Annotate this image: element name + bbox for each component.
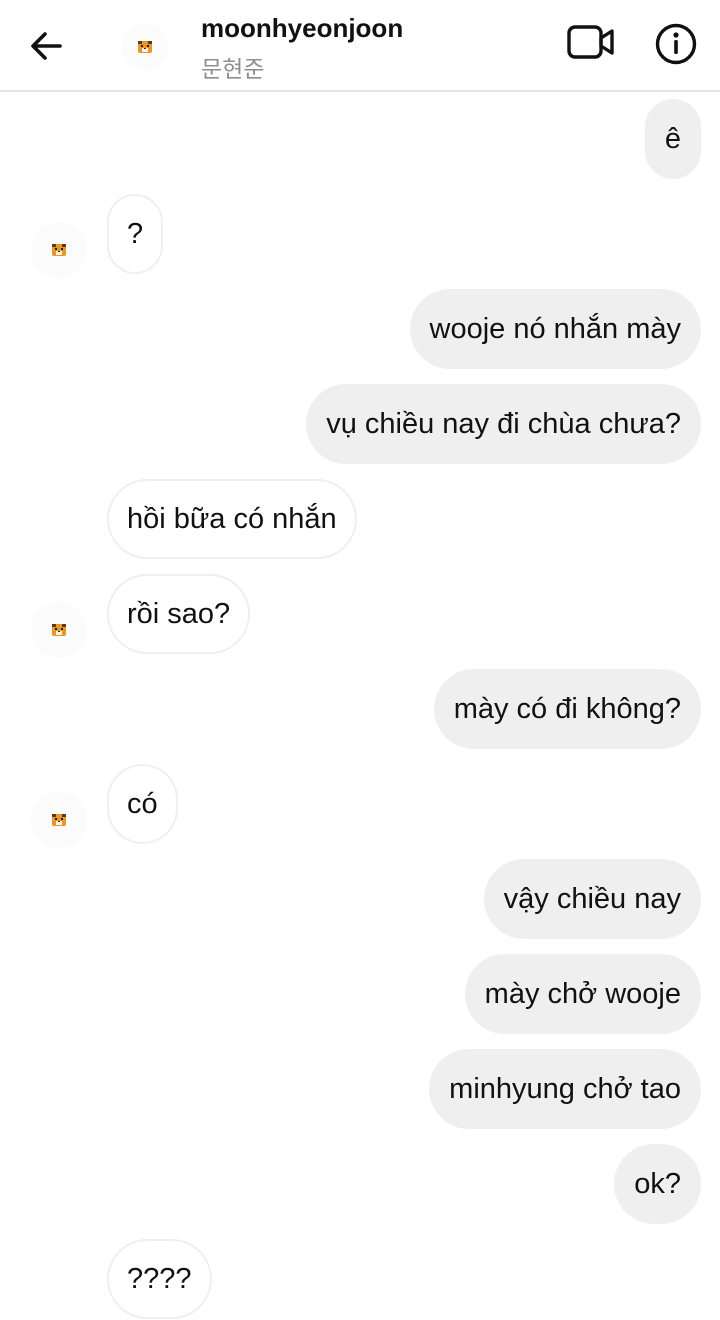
chat-display-name: 문현준 <box>201 57 265 83</box>
sender-avatar[interactable] <box>31 792 87 848</box>
back-button[interactable] <box>26 26 66 66</box>
message-bubble-received[interactable]: ? <box>107 194 164 274</box>
message-bubble-received[interactable]: có <box>107 764 178 844</box>
message-bubble-sent[interactable]: wooje nó nhắn mày <box>409 289 701 369</box>
message-bubble-sent[interactable]: ê <box>644 99 701 179</box>
sender-avatar[interactable] <box>31 602 87 658</box>
chat-header: moonhyeonjoon 문현준 <box>0 0 720 92</box>
tiger-avatar-icon <box>138 41 152 53</box>
video-camera-icon <box>567 25 614 59</box>
message-bubble-received[interactable]: hồi bữa có nhắn <box>107 479 357 559</box>
message-bubble-sent[interactable]: vậy chiều nay <box>483 859 701 939</box>
arrow-left-icon <box>31 32 62 60</box>
info-button[interactable] <box>654 22 698 66</box>
tiger-avatar-icon <box>52 814 66 826</box>
profile-avatar[interactable] <box>122 24 168 70</box>
sender-avatar[interactable] <box>31 222 87 278</box>
info-icon <box>655 23 697 65</box>
video-call-button[interactable] <box>566 22 616 64</box>
message-bubble-sent[interactable]: mày có đi không? <box>433 669 701 749</box>
tiger-avatar-icon <box>52 624 66 636</box>
message-bubble-sent[interactable]: vụ chiều nay đi chùa chưa? <box>306 384 701 464</box>
message-bubble-sent[interactable]: minhyung chở tao <box>429 1049 701 1129</box>
message-bubble-received[interactable]: ???? <box>107 1239 212 1319</box>
message-bubble-received[interactable]: rồi sao? <box>107 574 251 654</box>
tiger-avatar-icon <box>52 244 66 256</box>
chat-username[interactable]: moonhyeonjoon <box>201 13 403 44</box>
message-bubble-sent[interactable]: mày chở wooje <box>464 954 701 1034</box>
message-bubble-sent[interactable]: ok? <box>614 1144 701 1224</box>
